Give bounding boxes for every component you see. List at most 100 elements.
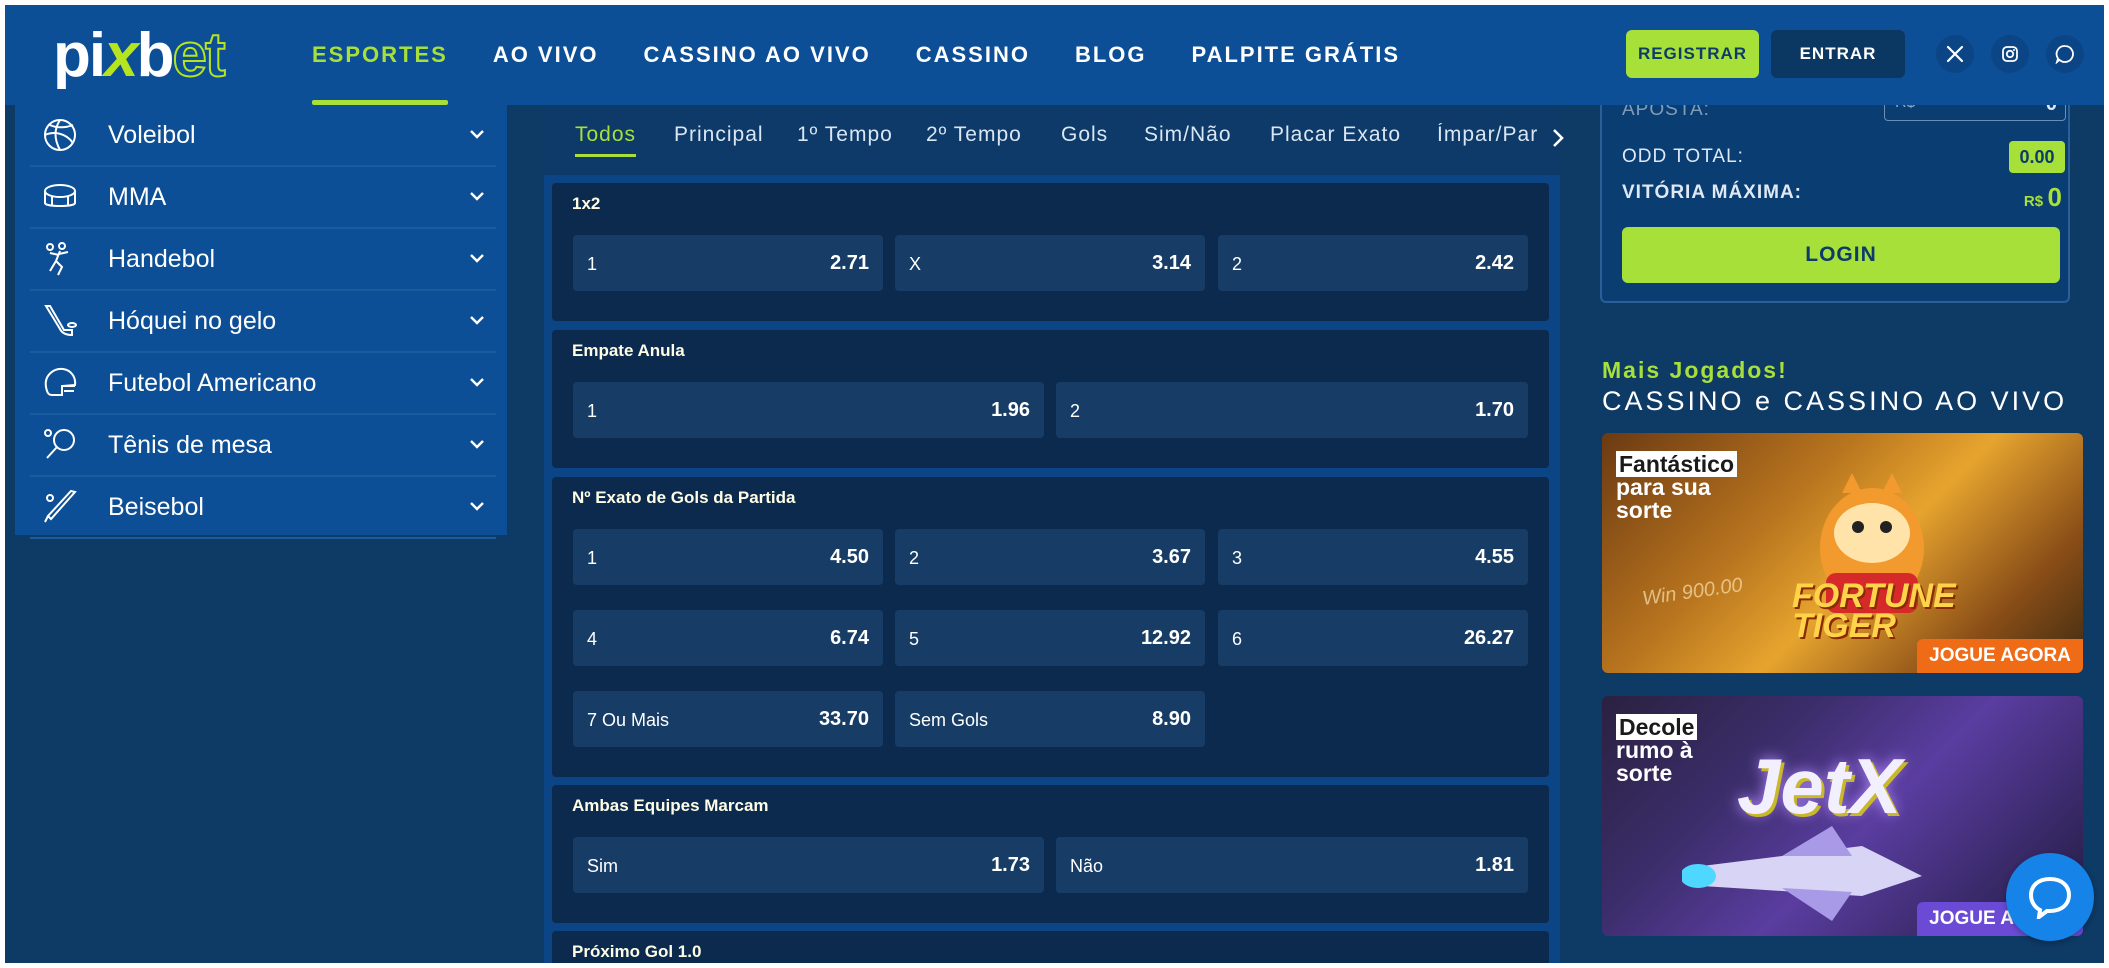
odd-label: 2: [1232, 254, 1243, 274]
table-tennis-icon: [40, 425, 80, 465]
odd-label: 6: [1232, 629, 1243, 649]
odd-button[interactable]: 2 3.67: [895, 529, 1205, 585]
sidebar-item-label: MMA: [108, 182, 167, 211]
odd-value: 4.55: [1475, 546, 1514, 568]
odd-label: X: [909, 254, 922, 274]
odd-label: Sem Gols: [909, 710, 989, 730]
odd-value: 3.67: [1152, 546, 1191, 568]
odd-button[interactable]: Sem Gols 8.90: [895, 691, 1205, 747]
logo-part-x: x: [104, 21, 139, 90]
odd-value: 12.92: [1140, 627, 1191, 649]
vitoria-amount: 0: [2047, 182, 2062, 212]
odd-value: 8.90: [1152, 708, 1191, 730]
odd-button[interactable]: 4 6.74: [573, 610, 883, 666]
odd-label: 1: [587, 401, 598, 421]
pixbet-logo[interactable]: pi x b et: [53, 21, 227, 90]
tab-impar-par[interactable]: Ímpar/Par: [1437, 123, 1545, 147]
chevron-down-icon: [470, 378, 484, 387]
market-title: Ambas Equipes Marcam: [572, 796, 769, 815]
sidebar-item-tenis-de-mesa[interactable]: Tênis de mesa: [30, 415, 496, 477]
sidebar-item-label: Hóquei no gelo: [108, 306, 277, 335]
market-title: Próximo Gol 1.0: [572, 942, 702, 961]
x-icon[interactable]: [1936, 35, 1974, 73]
main-nav: ESPORTES AO VIVO CASSINO AO VIVO CASSINO…: [312, 5, 1445, 105]
win-amount: Win 900.00: [1640, 574, 1744, 610]
market-title: Empate Anula: [572, 341, 685, 360]
nav-blog[interactable]: BLOG: [1075, 5, 1147, 105]
whatsapp-icon[interactable]: [2046, 35, 2084, 73]
tab-todos[interactable]: Todos: [575, 123, 637, 157]
tab-gols[interactable]: Gols: [1061, 123, 1108, 147]
tab-principal[interactable]: Principal: [674, 123, 764, 147]
odd-button[interactable]: X 3.14: [895, 235, 1205, 291]
play-now-button[interactable]: JOGUE AGORA: [1917, 639, 2083, 673]
tab-2-tempo[interactable]: 2º Tempo: [926, 123, 1022, 147]
game-tag-rest: para sua sorte: [1616, 474, 1711, 523]
odd-label: 1: [587, 548, 598, 568]
markets-panel: Todos Principal 1º Tempo 2º Tempo Gols S…: [544, 105, 1564, 963]
odd-button[interactable]: Não 1.81: [1056, 837, 1528, 893]
nav-cassino[interactable]: CASSINO: [916, 5, 1030, 105]
market-1x2: 1x2 1 2.71 X 3.14 2 2.42: [552, 183, 1549, 321]
sidebar-item-label: Futebol Americano: [108, 368, 317, 397]
sidebar-item-beisebol[interactable]: Beisebol: [30, 477, 496, 539]
login-button[interactable]: LOGIN: [1622, 227, 2060, 283]
vitoria-currency: R$: [2023, 193, 2044, 210]
jet-plane-icon: [1682, 826, 1922, 921]
sidebar-item-handebol[interactable]: Handebol: [30, 229, 496, 291]
odd-button[interactable]: 2 2.42: [1218, 235, 1528, 291]
chevron-right-icon[interactable]: [1551, 127, 1565, 149]
odd-value: 4.50: [830, 546, 869, 568]
nav-palpite-gratis[interactable]: PALPITE GRÁTIS: [1192, 5, 1401, 105]
register-button[interactable]: REGISTRAR: [1626, 30, 1759, 78]
sidebar-item-futebol-americano[interactable]: Futebol Americano: [30, 353, 496, 415]
market-proximo-gol: Próximo Gol 1.0: [552, 931, 1549, 963]
odd-button[interactable]: 1 1.96: [573, 382, 1044, 438]
odd-button[interactable]: 7 Ou Mais 33.70: [573, 691, 883, 747]
odd-label: 1: [587, 254, 598, 274]
nav-ao-vivo[interactable]: AO VIVO: [493, 5, 599, 105]
instagram-icon[interactable]: [1991, 35, 2029, 73]
odd-button[interactable]: 2 1.70: [1056, 382, 1528, 438]
odd-button[interactable]: 3 4.55: [1218, 529, 1528, 585]
login-header-button[interactable]: ENTRAR: [1771, 30, 1905, 78]
volleyball-icon: [40, 115, 80, 155]
odd-button[interactable]: Sim 1.73: [573, 837, 1044, 893]
sidebar-item-mma[interactable]: MMA: [30, 167, 496, 229]
market-empate-anula: Empate Anula 1 1.96 2 1.70: [552, 330, 1549, 468]
hockey-icon: [40, 301, 80, 341]
odd-label: 5: [909, 629, 920, 649]
sidebar-item-voleibol[interactable]: Voleibol: [30, 105, 496, 167]
chat-bubble-icon: [2028, 876, 2072, 919]
logo-part-pi: pi: [53, 21, 106, 90]
odd-label: 4: [587, 629, 598, 649]
nav-cassino-ao-vivo[interactable]: CASSINO AO VIVO: [644, 5, 871, 105]
sidebar-item-hoquei[interactable]: Hóquei no gelo: [30, 291, 496, 353]
odd-button[interactable]: 1 4.50: [573, 529, 883, 585]
odd-value: 26.27: [1463, 627, 1514, 649]
chat-support-button[interactable]: [2006, 853, 2094, 941]
game-tagline: Decole rumo à sorte: [1616, 714, 1716, 786]
tab-sim-nao[interactable]: Sim/Não: [1144, 123, 1232, 147]
odd-button[interactable]: 5 12.92: [895, 610, 1205, 666]
chevron-down-icon: [470, 440, 484, 449]
odd-button[interactable]: 6 26.27: [1218, 610, 1528, 666]
football-helmet-icon: [40, 363, 80, 403]
chevron-down-icon: [470, 502, 484, 511]
chevron-down-icon: [470, 130, 484, 139]
nav-esportes[interactable]: ESPORTES: [312, 5, 448, 105]
game-title: JetX: [1737, 742, 1902, 830]
game-tag-rest: rumo à sorte: [1616, 737, 1693, 786]
tab-placar-exato[interactable]: Placar Exato: [1270, 123, 1401, 147]
odd-value: 1.73: [991, 854, 1030, 876]
odd-value: 2.71: [830, 252, 869, 274]
odd-value: 1.70: [1475, 399, 1514, 421]
mma-ring-icon: [40, 177, 80, 217]
logo-part-b: b: [136, 21, 175, 90]
game-tagline: Fantástico para sua sorte: [1616, 451, 1738, 523]
odd-button[interactable]: 1 2.71: [573, 235, 883, 291]
tab-1-tempo[interactable]: 1º Tempo: [797, 123, 893, 147]
chevron-down-icon: [470, 192, 484, 201]
game-card-fortune-tiger[interactable]: Fantástico para sua sorte FORTUNE TIGER …: [1602, 433, 2083, 673]
market-title: 1x2: [572, 194, 601, 213]
